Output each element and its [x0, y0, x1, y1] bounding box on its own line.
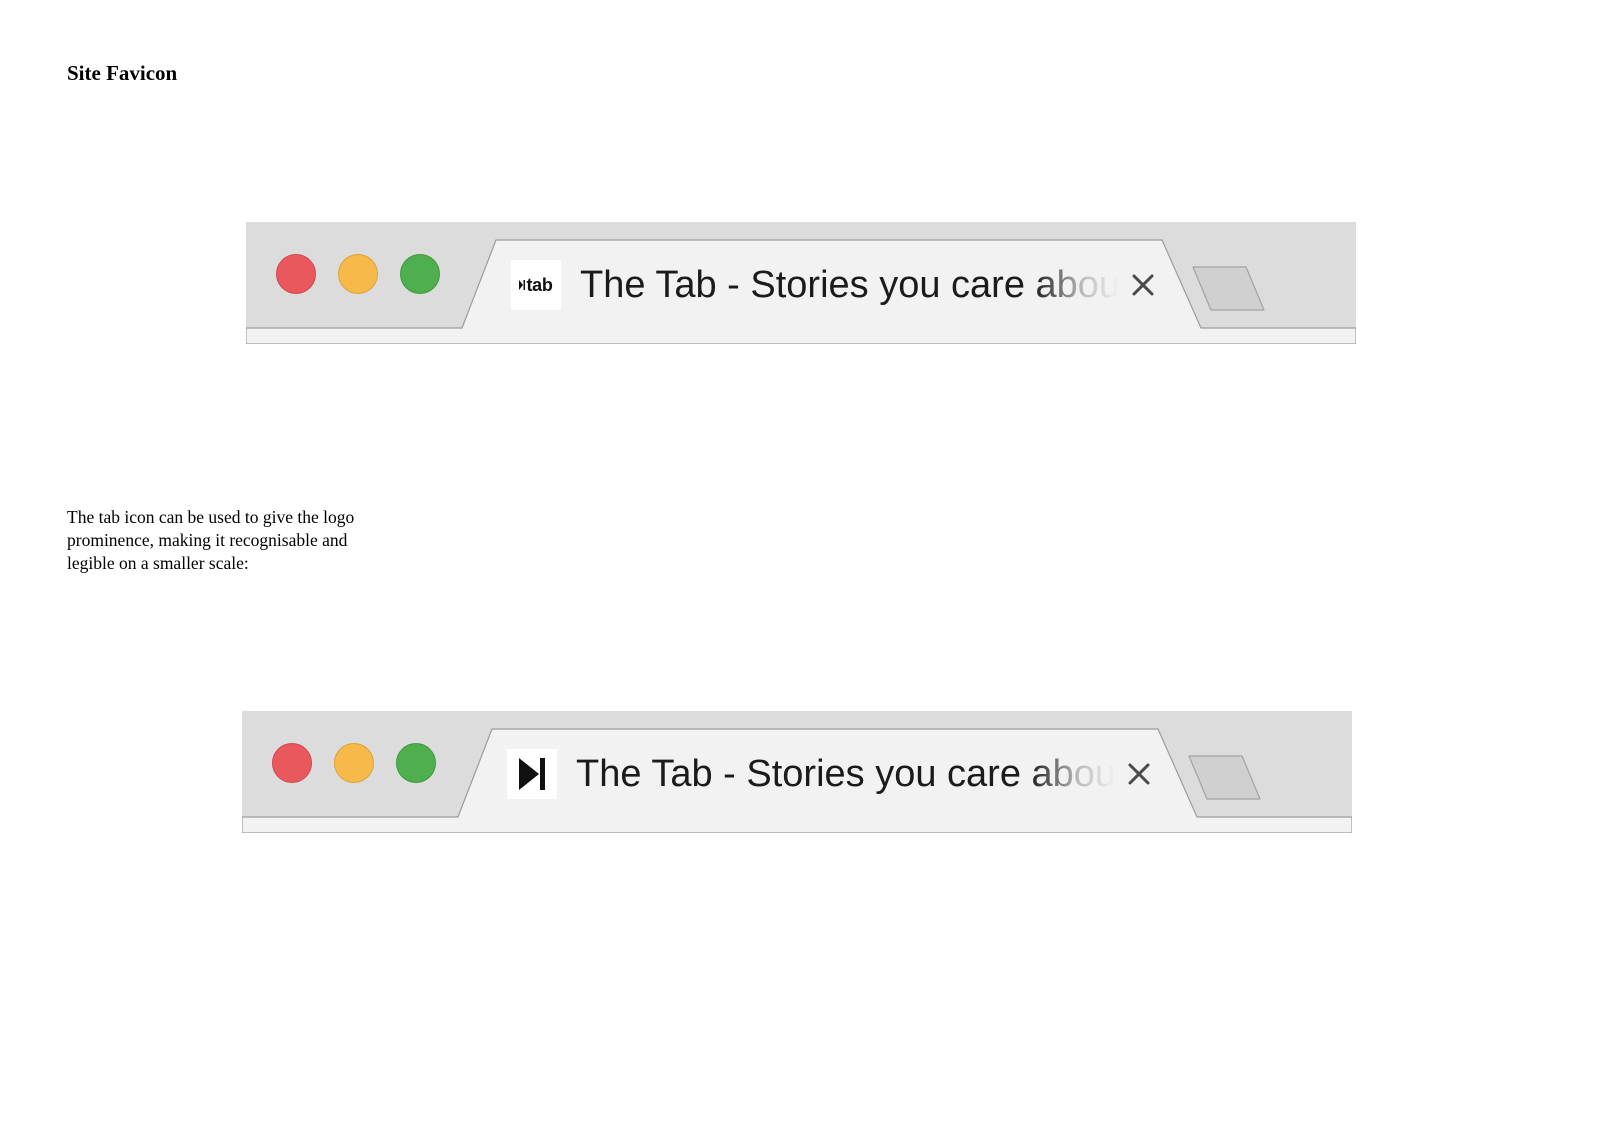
favicon-wordmark-text: tab	[526, 274, 553, 295]
play-bar-glyph	[519, 758, 545, 790]
play-bar-logo-icon	[507, 749, 557, 799]
new-tab-button	[1192, 266, 1265, 311]
close-icon[interactable]	[1122, 757, 1156, 791]
window-close-button[interactable]	[272, 743, 312, 783]
browser-tab-bar-wordmark-example: tab The Tab - Stories you care about	[246, 222, 1356, 344]
page-title: Site Favicon	[67, 61, 178, 85]
window-minimize-button[interactable]	[338, 254, 378, 294]
the-tab-wordmark-icon: tab	[511, 260, 561, 310]
browser-tab-bar-icon-example: The Tab - Stories you care about	[242, 711, 1352, 833]
window-minimize-button[interactable]	[334, 743, 374, 783]
close-icon[interactable]	[1126, 268, 1160, 302]
window-zoom-button[interactable]	[396, 743, 436, 783]
tab-title[interactable]: The Tab - Stories you care about	[580, 260, 1120, 310]
mini-play-bar-icon	[519, 280, 526, 290]
window-zoom-button[interactable]	[400, 254, 440, 294]
window-close-button[interactable]	[276, 254, 316, 294]
new-tab-button	[1188, 755, 1261, 800]
caption-text: The tab icon can be used to give the log…	[67, 507, 355, 573]
tab-title[interactable]: The Tab - Stories you care about	[576, 749, 1116, 799]
